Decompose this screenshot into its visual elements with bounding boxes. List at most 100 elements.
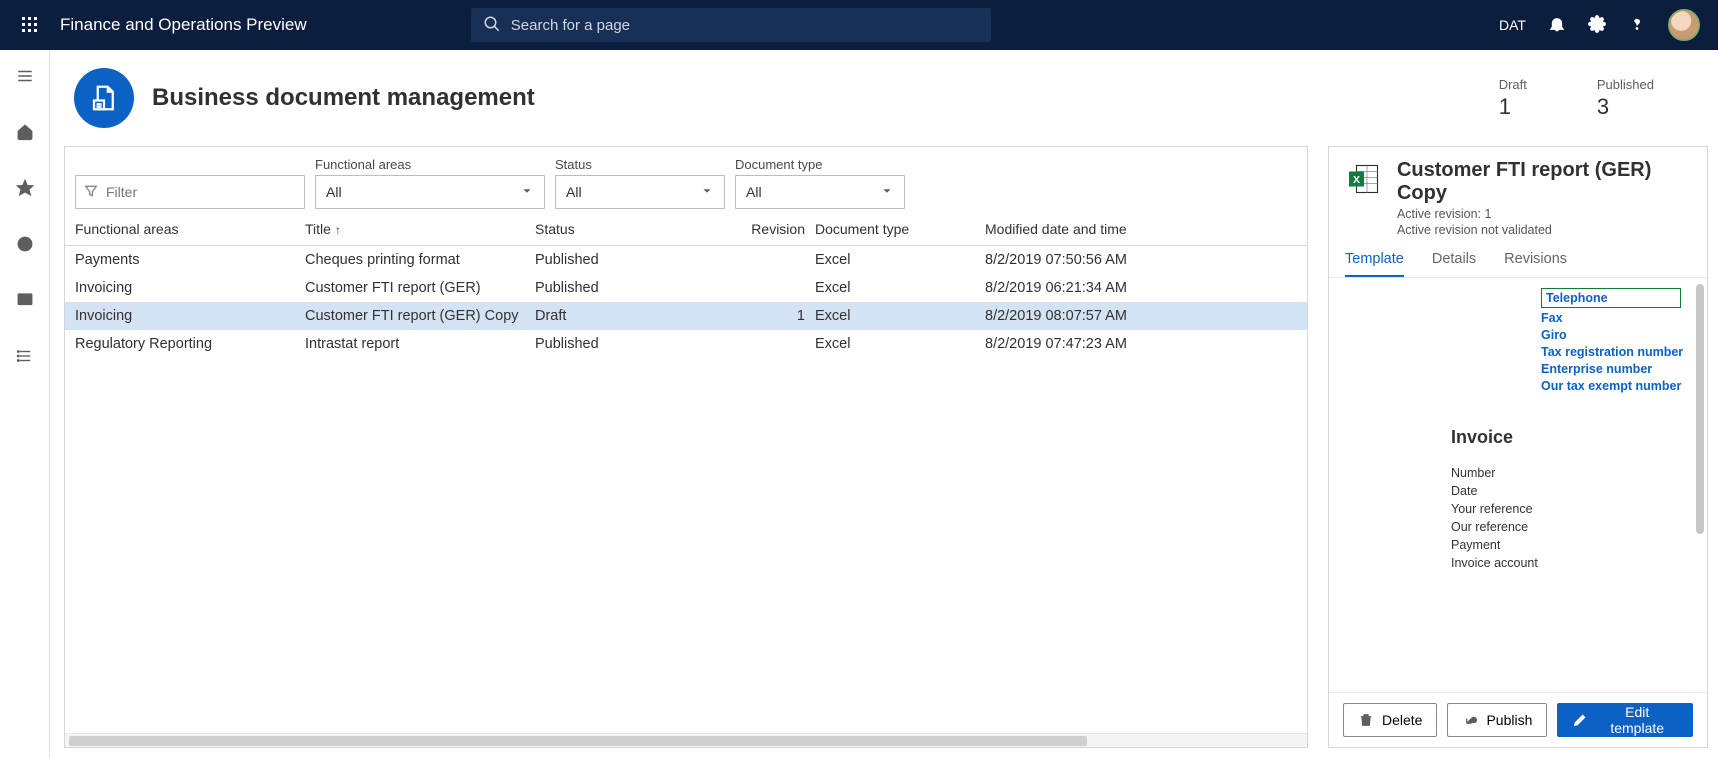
grid-body: PaymentsCheques printing formatPublished…: [65, 246, 1307, 733]
page-title: Business document management: [152, 84, 535, 112]
brand-title: Finance and Operations Preview: [60, 15, 307, 35]
excel-icon: X: [1345, 159, 1383, 199]
preview-field: Our reference: [1451, 520, 1689, 534]
nav-favorite-icon[interactable]: [9, 172, 41, 204]
selected-cell[interactable]: Telephone: [1541, 288, 1681, 308]
col-functional-areas[interactable]: Functional areas: [75, 221, 305, 237]
search-icon: [483, 15, 501, 36]
search-input[interactable]: [471, 8, 991, 42]
side-revision: Active revision: 1: [1397, 207, 1691, 221]
cell-status: Published: [535, 280, 745, 296]
filter-icon: [83, 183, 99, 202]
preview-link: Tax registration number: [1541, 345, 1689, 359]
cell-doc: Excel: [815, 280, 985, 296]
cell-fa: Invoicing: [75, 280, 305, 296]
company-label[interactable]: DAT: [1499, 17, 1526, 33]
details-panel: X Customer FTI report (GER) Copy Active …: [1328, 146, 1708, 748]
chevron-down-icon: [520, 184, 534, 201]
col-status[interactable]: Status: [535, 221, 745, 237]
cell-revision: [745, 280, 815, 296]
invoice-heading: Invoice: [1451, 427, 1689, 448]
cell-date: 8/2/2019 07:47:23 AM: [985, 336, 1297, 352]
table-row[interactable]: Regulatory ReportingIntrastat reportPubl…: [65, 330, 1307, 358]
field-list: NumberDateYour referenceOur referencePay…: [1451, 466, 1689, 570]
dd-status[interactable]: All: [555, 175, 725, 209]
horizontal-scrollbar[interactable]: [65, 733, 1307, 747]
search-container: [471, 8, 991, 42]
cell-doc: Excel: [815, 252, 985, 268]
help-icon[interactable]: [1628, 15, 1646, 36]
nav-home-icon[interactable]: [9, 116, 41, 148]
side-tabs: Template Details Revisions: [1329, 243, 1707, 278]
cell-fa: Invoicing: [75, 308, 305, 324]
svg-text:X: X: [1353, 174, 1360, 186]
cell-title: Intrastat report: [305, 336, 535, 352]
nav-workspace-icon[interactable]: [9, 284, 41, 316]
dd-functional-areas[interactable]: All: [315, 175, 545, 209]
kpi-label: Published: [1597, 77, 1654, 92]
preview-link: Giro: [1541, 328, 1689, 342]
col-modified[interactable]: Modified date and time: [985, 221, 1297, 237]
nav-modules-icon[interactable]: [9, 340, 41, 372]
table-row[interactable]: PaymentsCheques printing formatPublished…: [65, 246, 1307, 274]
preview-field: Your reference: [1451, 502, 1689, 516]
dd-value: All: [746, 184, 762, 200]
grid-panel: Functional areas All Status All: [64, 146, 1308, 748]
tab-revisions[interactable]: Revisions: [1504, 251, 1567, 277]
vertical-scrollbar[interactable]: [1696, 284, 1704, 534]
notification-icon[interactable]: [1548, 15, 1566, 36]
preview-link: Fax: [1541, 311, 1689, 325]
publish-button[interactable]: Publish: [1447, 703, 1547, 737]
page-header: Business document management Draft 1 Pub…: [50, 50, 1718, 138]
dd-label-status: Status: [555, 157, 725, 172]
tab-template[interactable]: Template: [1345, 251, 1404, 277]
grid-header: Functional areas Title↑ Status Revision …: [65, 213, 1307, 246]
cell-title: Cheques printing format: [305, 252, 535, 268]
app-launcher-icon[interactable]: [10, 17, 50, 33]
edit-template-button[interactable]: Edit template: [1557, 703, 1693, 737]
side-validation: Active revision not validated: [1397, 223, 1691, 237]
kpi-published[interactable]: Published 3: [1597, 77, 1654, 120]
table-row[interactable]: InvoicingCustomer FTI report (GER) CopyD…: [65, 302, 1307, 330]
page-icon: [74, 68, 134, 128]
cell-revision: [745, 252, 815, 268]
delete-button[interactable]: Delete: [1343, 703, 1437, 737]
top-right: DAT: [1499, 9, 1708, 41]
grid-toolbar: Functional areas All Status All: [65, 147, 1307, 213]
chevron-down-icon: [880, 184, 894, 201]
dd-label-functional-areas: Functional areas: [315, 157, 545, 172]
preview-field: Date: [1451, 484, 1689, 498]
col-document-type[interactable]: Document type: [815, 221, 985, 237]
cell-revision: 1: [745, 308, 815, 324]
cell-fa: Payments: [75, 252, 305, 268]
cell-date: 8/2/2019 08:07:57 AM: [985, 308, 1297, 324]
avatar[interactable]: [1668, 9, 1700, 41]
cell-revision: [745, 336, 815, 352]
preview-link: Our tax exempt number: [1541, 379, 1689, 393]
tab-details[interactable]: Details: [1432, 251, 1476, 277]
cell-date: 8/2/2019 07:50:56 AM: [985, 252, 1297, 268]
gear-icon[interactable]: [1588, 15, 1606, 36]
nav-rail: [0, 50, 50, 758]
table-row[interactable]: InvoicingCustomer FTI report (GER)Publis…: [65, 274, 1307, 302]
nav-hamburger-icon[interactable]: [9, 60, 41, 92]
template-preview: Telephone Fax Giro Tax registration number…: [1329, 278, 1707, 692]
kpi-draft[interactable]: Draft 1: [1499, 77, 1527, 120]
col-revision[interactable]: Revision: [745, 221, 815, 237]
cell-title: Customer FTI report (GER): [305, 280, 535, 296]
sort-asc-icon: ↑: [335, 223, 341, 237]
dd-label-doc-type: Document type: [735, 157, 905, 172]
nav-recent-icon[interactable]: [9, 228, 41, 260]
cell-fa: Regulatory Reporting: [75, 336, 305, 352]
cell-status: Draft: [535, 308, 745, 324]
cell-status: Published: [535, 252, 745, 268]
filter-input[interactable]: [75, 175, 305, 209]
kpi-value: 3: [1597, 94, 1654, 120]
col-title[interactable]: Title↑: [305, 221, 535, 237]
chevron-down-icon: [700, 184, 714, 201]
dd-document-type[interactable]: All: [735, 175, 905, 209]
preview-field: Number: [1451, 466, 1689, 480]
kpi-value: 1: [1499, 94, 1527, 120]
kpi-group: Draft 1 Published 3: [1499, 77, 1694, 120]
dd-value: All: [566, 184, 582, 200]
